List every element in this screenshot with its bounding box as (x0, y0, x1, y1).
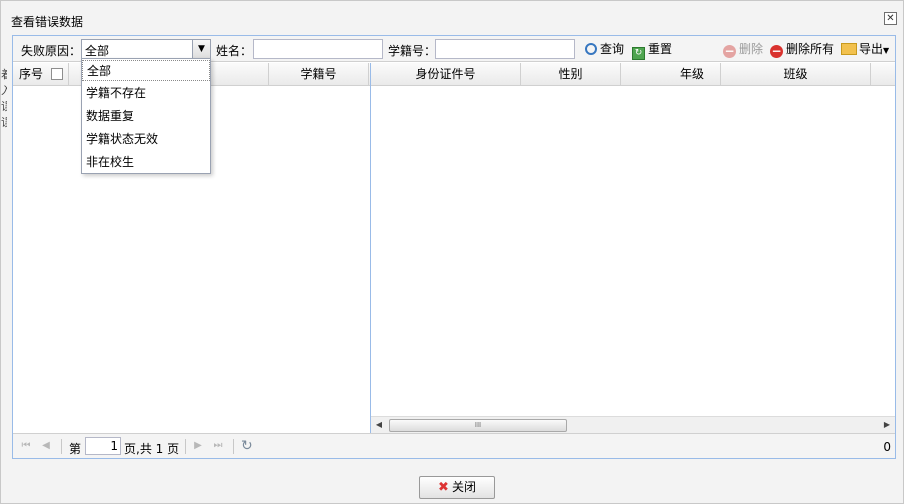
refresh-icon: ↻ (632, 47, 645, 60)
refresh-icon[interactable]: ↻ (241, 438, 257, 454)
first-page-icon[interactable]: ⏮ (19, 439, 33, 453)
student-id-input[interactable] (435, 39, 575, 59)
search-button[interactable]: 查询 (585, 39, 624, 59)
close-button[interactable]: ✖ 关闭 (419, 476, 495, 499)
pager-separator (185, 439, 186, 454)
name-label: 姓名： (216, 44, 253, 58)
pager-separator (61, 439, 62, 454)
dropdown-option-all[interactable]: 全部 (82, 60, 210, 81)
page-number-input[interactable]: 1 (85, 437, 121, 455)
previous-page-icon[interactable]: ◀ (39, 439, 53, 453)
close-icon: ✖ (438, 480, 449, 495)
dropdown-option-duplicate[interactable]: 数据重复 (82, 106, 210, 127)
column-header-gender-label: 性别 (558, 67, 583, 81)
reason-label: 失败原因： (21, 44, 82, 58)
record-count: 0 (883, 440, 891, 454)
next-page-icon[interactable]: ▶ (191, 439, 205, 453)
column-header-index[interactable]: 序号 (13, 63, 69, 86)
select-all-checkbox[interactable] (50, 68, 63, 80)
paging-toolbar: ⏮ ◀ 第 1 页,共 1 页 ▶ ⏭ ↻ 0 (13, 433, 895, 458)
error-data-dialog: 查看错误数据 ✕ 失败原因： 全部 ▼ 姓名： 学籍号： 查询 ↻ 重置 − 删… (0, 0, 904, 504)
column-header-gender[interactable]: 性别 (521, 63, 621, 86)
minus-circle-icon: − (723, 44, 736, 58)
column-header-class[interactable]: 班级 (721, 63, 871, 86)
page-prefix: 第 (69, 442, 82, 456)
close-button-label: 关闭 (451, 480, 476, 494)
page-suffix: 页,共 1 页 (124, 442, 180, 456)
horizontal-scrollbar[interactable]: ◀ III ▶ (371, 416, 895, 433)
column-header-student-id[interactable]: 学籍号 (269, 63, 369, 86)
delete-button-label: 删除 (739, 42, 764, 56)
delete-all-button-label: 删除所有 (786, 42, 835, 56)
scrollable-columns-grid: 身份证件号 性别 年级 班级 ◀ III ▶ (371, 63, 895, 433)
close-icon[interactable]: ✕ (884, 12, 897, 25)
column-header-grade-label: 年级 (679, 67, 704, 81)
pager-separator (233, 439, 234, 454)
export-icon (841, 43, 857, 55)
dropdown-option-not-enrolled[interactable]: 非在校生 (82, 152, 210, 173)
column-header-grade[interactable]: 年级 (621, 63, 721, 86)
reason-select-value[interactable]: 全部 (85, 42, 109, 59)
name-input[interactable] (253, 39, 383, 59)
column-header-class-label: 班级 (783, 67, 808, 81)
chevron-down-icon[interactable]: ▼ (192, 40, 210, 58)
export-button-label: 导出 (859, 42, 884, 56)
caret-down-icon: ▼ (883, 46, 890, 55)
dropdown-option-student-not-exist[interactable]: 学籍不存在 (82, 83, 210, 104)
export-button[interactable]: 导出▼ (841, 39, 889, 59)
dialog-titlebar: 查看错误数据 ✕ (1, 7, 903, 31)
scrollbar-thumb[interactable]: III (389, 419, 567, 432)
last-page-icon[interactable]: ⏭ (211, 439, 225, 453)
dropdown-option-invalid-status[interactable]: 学籍状态无效 (82, 129, 210, 150)
search-icon (585, 43, 597, 55)
reset-button-label: 重置 (648, 42, 673, 56)
scroll-left-icon[interactable]: ◀ (371, 417, 387, 433)
scroll-right-icon[interactable]: ▶ (879, 417, 895, 433)
column-header-id-card[interactable]: 身份证件号 (371, 63, 521, 86)
dialog-title: 查看错误数据 (11, 15, 84, 29)
column-header-index-label: 序号 (19, 67, 44, 81)
background-edge-text: 着入误误 (1, 68, 7, 129)
column-header-student-id-label: 学籍号 (300, 67, 337, 81)
search-button-label: 查询 (600, 42, 625, 56)
delete-button[interactable]: − 删除 (723, 39, 763, 59)
column-header-id-card-label: 身份证件号 (415, 67, 476, 81)
reason-dropdown-list: 全部 学籍不存在 数据重复 学籍状态无效 非在校生 (81, 58, 211, 174)
student-id-label: 学籍号： (388, 44, 437, 58)
right-header-row: 身份证件号 性别 年级 班级 (371, 63, 895, 86)
reason-select[interactable]: 全部 ▼ (81, 39, 211, 59)
reset-button[interactable]: ↻ 重置 (632, 39, 673, 60)
minus-circle-icon: − (770, 44, 783, 58)
delete-all-button[interactable]: − 删除所有 (770, 39, 834, 59)
